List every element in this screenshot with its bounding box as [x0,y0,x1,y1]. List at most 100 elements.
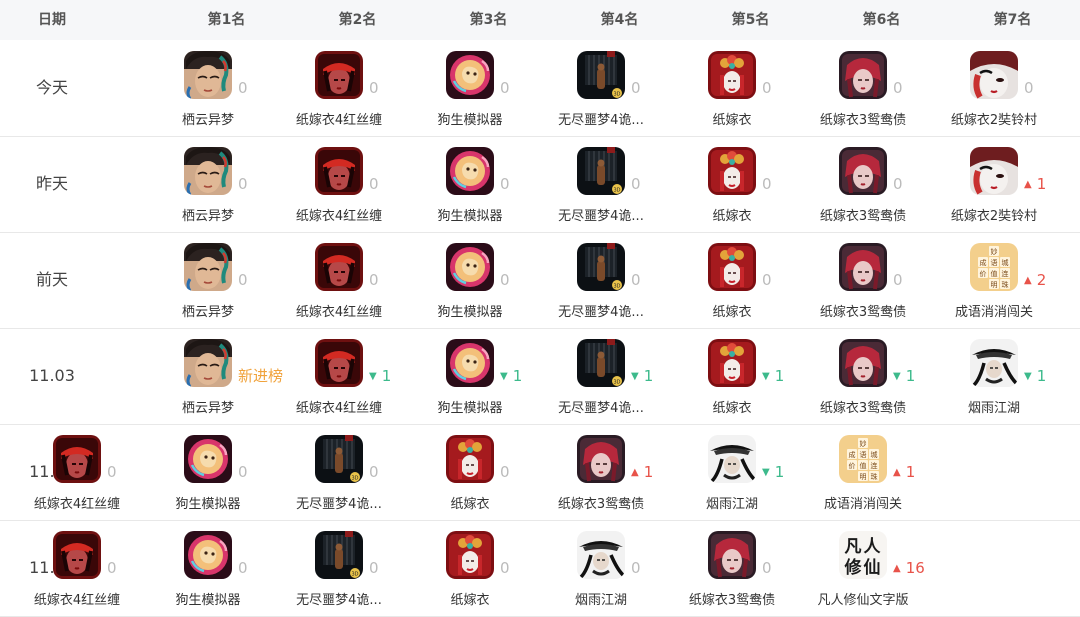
qiyun-game-icon[interactable] [184,147,232,195]
gousheng-game-icon[interactable] [446,147,494,195]
rank-change: 0 [631,558,641,578]
wujin-game-icon[interactable]: 3D [577,243,625,291]
wujin-game-icon[interactable]: 3D [315,435,363,483]
zhijiayi-game-icon[interactable] [708,243,756,291]
wujin-game-icon[interactable]: 3D [577,339,625,387]
zhijiayi-game-icon[interactable] [446,531,494,579]
game-name[interactable]: 纸嫁衣 [657,205,807,224]
gousheng-game-icon[interactable] [446,243,494,291]
zhijiayi4-game-icon[interactable] [53,531,101,579]
wujin-game-icon[interactable]: 3D [577,51,625,99]
zhijiayi-game-icon[interactable] [708,147,756,195]
rank-change: ▼ 1 [762,462,784,482]
zhijiayi4-game-icon[interactable] [315,339,363,387]
wujin-game-icon[interactable]: 3D [577,147,625,195]
zhijiayi4-game-icon[interactable] [315,147,363,195]
game-name[interactable]: 栖云异梦 [133,301,283,320]
rank-change-value: 16 [905,559,925,577]
gousheng-game-icon[interactable] [446,51,494,99]
game-name[interactable]: 纸嫁衣 [657,397,807,416]
game-name[interactable]: 纸嫁衣4红丝缠 [264,301,414,320]
zhijiayi3-game-icon[interactable] [839,243,887,291]
rank-cell[interactable]: 烟雨江湖 ▼ 1 [947,328,1078,424]
rank-change: 0 [631,270,641,290]
rank-change-value: 0 [762,175,772,193]
game-name[interactable]: 纸嫁衣4红丝缠 [264,397,414,416]
fanren-game-icon[interactable]: 凡人修仙 [839,531,887,579]
rank-cell[interactable]: 纸嫁衣2奘铃村 ▲ 1 [947,136,1078,232]
game-name[interactable]: 无尽噩梦4诡... [526,109,676,128]
game-name[interactable]: 烟雨江湖 [526,589,676,608]
game-name[interactable]: 成语消消闯关 [919,301,1069,320]
game-name[interactable]: 纸嫁衣3鸳鸯债 [526,493,676,512]
game-name[interactable]: 烟雨江湖 [919,397,1069,416]
game-name[interactable]: 纸嫁衣3鸳鸯债 [788,397,938,416]
game-name[interactable]: 栖云异梦 [133,109,283,128]
zhijiayi4-game-icon[interactable] [53,435,101,483]
zhijiayi4-game-icon[interactable] [315,243,363,291]
game-name[interactable]: 凡人修仙文字版 [788,589,938,608]
zhijiayi-game-icon[interactable] [446,435,494,483]
zhijiayi3-game-icon[interactable] [577,435,625,483]
rank-cell[interactable]: 纸嫁衣2奘铃村 0 [947,40,1078,136]
wujin-game-icon[interactable]: 3D [315,531,363,579]
gousheng-game-icon[interactable] [446,339,494,387]
arrow-up-icon: ▲ [1024,179,1032,190]
yanyu-game-icon[interactable] [577,531,625,579]
game-name[interactable]: 狗生模拟器 [395,109,545,128]
rank-change-value: 1 [1036,367,1047,385]
chengyu-game-icon[interactable]: 妙语成价值连城明珠 [839,435,887,483]
game-name[interactable]: 无尽噩梦4诡... [526,205,676,224]
qiyun-game-icon[interactable] [184,339,232,387]
game-name[interactable]: 纸嫁衣4红丝缠 [2,589,152,608]
game-name[interactable]: 纸嫁衣 [657,109,807,128]
game-name[interactable]: 纸嫁衣 [657,301,807,320]
zhijiayi4-game-icon[interactable] [315,51,363,99]
rank-change: 0 [631,174,641,194]
game-name[interactable]: 纸嫁衣4红丝缠 [2,493,152,512]
game-name[interactable]: 纸嫁衣4红丝缠 [264,205,414,224]
rank-change: ▲ 2 [1024,270,1046,290]
rank-cell[interactable]: 妙语成价值连城明珠成语消消闯关 ▲ 1 [816,424,947,520]
yanyu-game-icon[interactable] [708,435,756,483]
game-name[interactable]: 纸嫁衣2奘铃村 [919,205,1069,224]
zhijiayi2-game-icon[interactable] [970,147,1018,195]
gousheng-game-icon[interactable] [184,531,232,579]
game-name[interactable]: 纸嫁衣2奘铃村 [919,109,1069,128]
game-name[interactable]: 成语消消闯关 [788,493,938,512]
game-name[interactable]: 纸嫁衣 [395,589,545,608]
game-name[interactable]: 狗生模拟器 [395,301,545,320]
game-name[interactable]: 栖云异梦 [133,397,283,416]
game-name[interactable]: 无尽噩梦4诡... [526,301,676,320]
chengyu-game-icon[interactable]: 妙语成价值连城明珠 [970,243,1018,291]
game-name[interactable]: 纸嫁衣3鸳鸯债 [788,301,938,320]
rank-cell[interactable]: 凡人修仙凡人修仙文字版 ▲ 16 [816,520,947,616]
game-name[interactable]: 狗生模拟器 [133,589,283,608]
game-name[interactable]: 无尽噩梦4诡... [264,493,414,512]
zhijiayi3-game-icon[interactable] [839,147,887,195]
game-name[interactable]: 无尽噩梦4诡... [264,589,414,608]
qiyun-game-icon[interactable] [184,243,232,291]
game-name[interactable]: 纸嫁衣3鸳鸯债 [788,109,938,128]
zhijiayi2-game-icon[interactable] [970,51,1018,99]
game-name[interactable]: 纸嫁衣4红丝缠 [264,109,414,128]
rank-cell[interactable]: 妙语成价值连城明珠成语消消闯关 ▲ 2 [947,232,1078,328]
gousheng-game-icon[interactable] [184,435,232,483]
yanyu-game-icon[interactable] [970,339,1018,387]
game-name[interactable]: 纸嫁衣3鸳鸯债 [657,589,807,608]
game-name[interactable]: 狗生模拟器 [133,493,283,512]
qiyun-game-icon[interactable] [184,51,232,99]
zhijiayi-game-icon[interactable] [708,51,756,99]
game-name[interactable]: 栖云异梦 [133,205,283,224]
game-name[interactable]: 纸嫁衣3鸳鸯债 [788,205,938,224]
game-name[interactable]: 纸嫁衣 [395,493,545,512]
rank-change: 0 [631,78,641,98]
zhijiayi3-game-icon[interactable] [708,531,756,579]
zhijiayi3-game-icon[interactable] [839,51,887,99]
game-name[interactable]: 无尽噩梦4诡... [526,397,676,416]
zhijiayi3-game-icon[interactable] [839,339,887,387]
game-name[interactable]: 狗生模拟器 [395,205,545,224]
zhijiayi-game-icon[interactable] [708,339,756,387]
game-name[interactable]: 烟雨江湖 [657,493,807,512]
game-name[interactable]: 狗生模拟器 [395,397,545,416]
